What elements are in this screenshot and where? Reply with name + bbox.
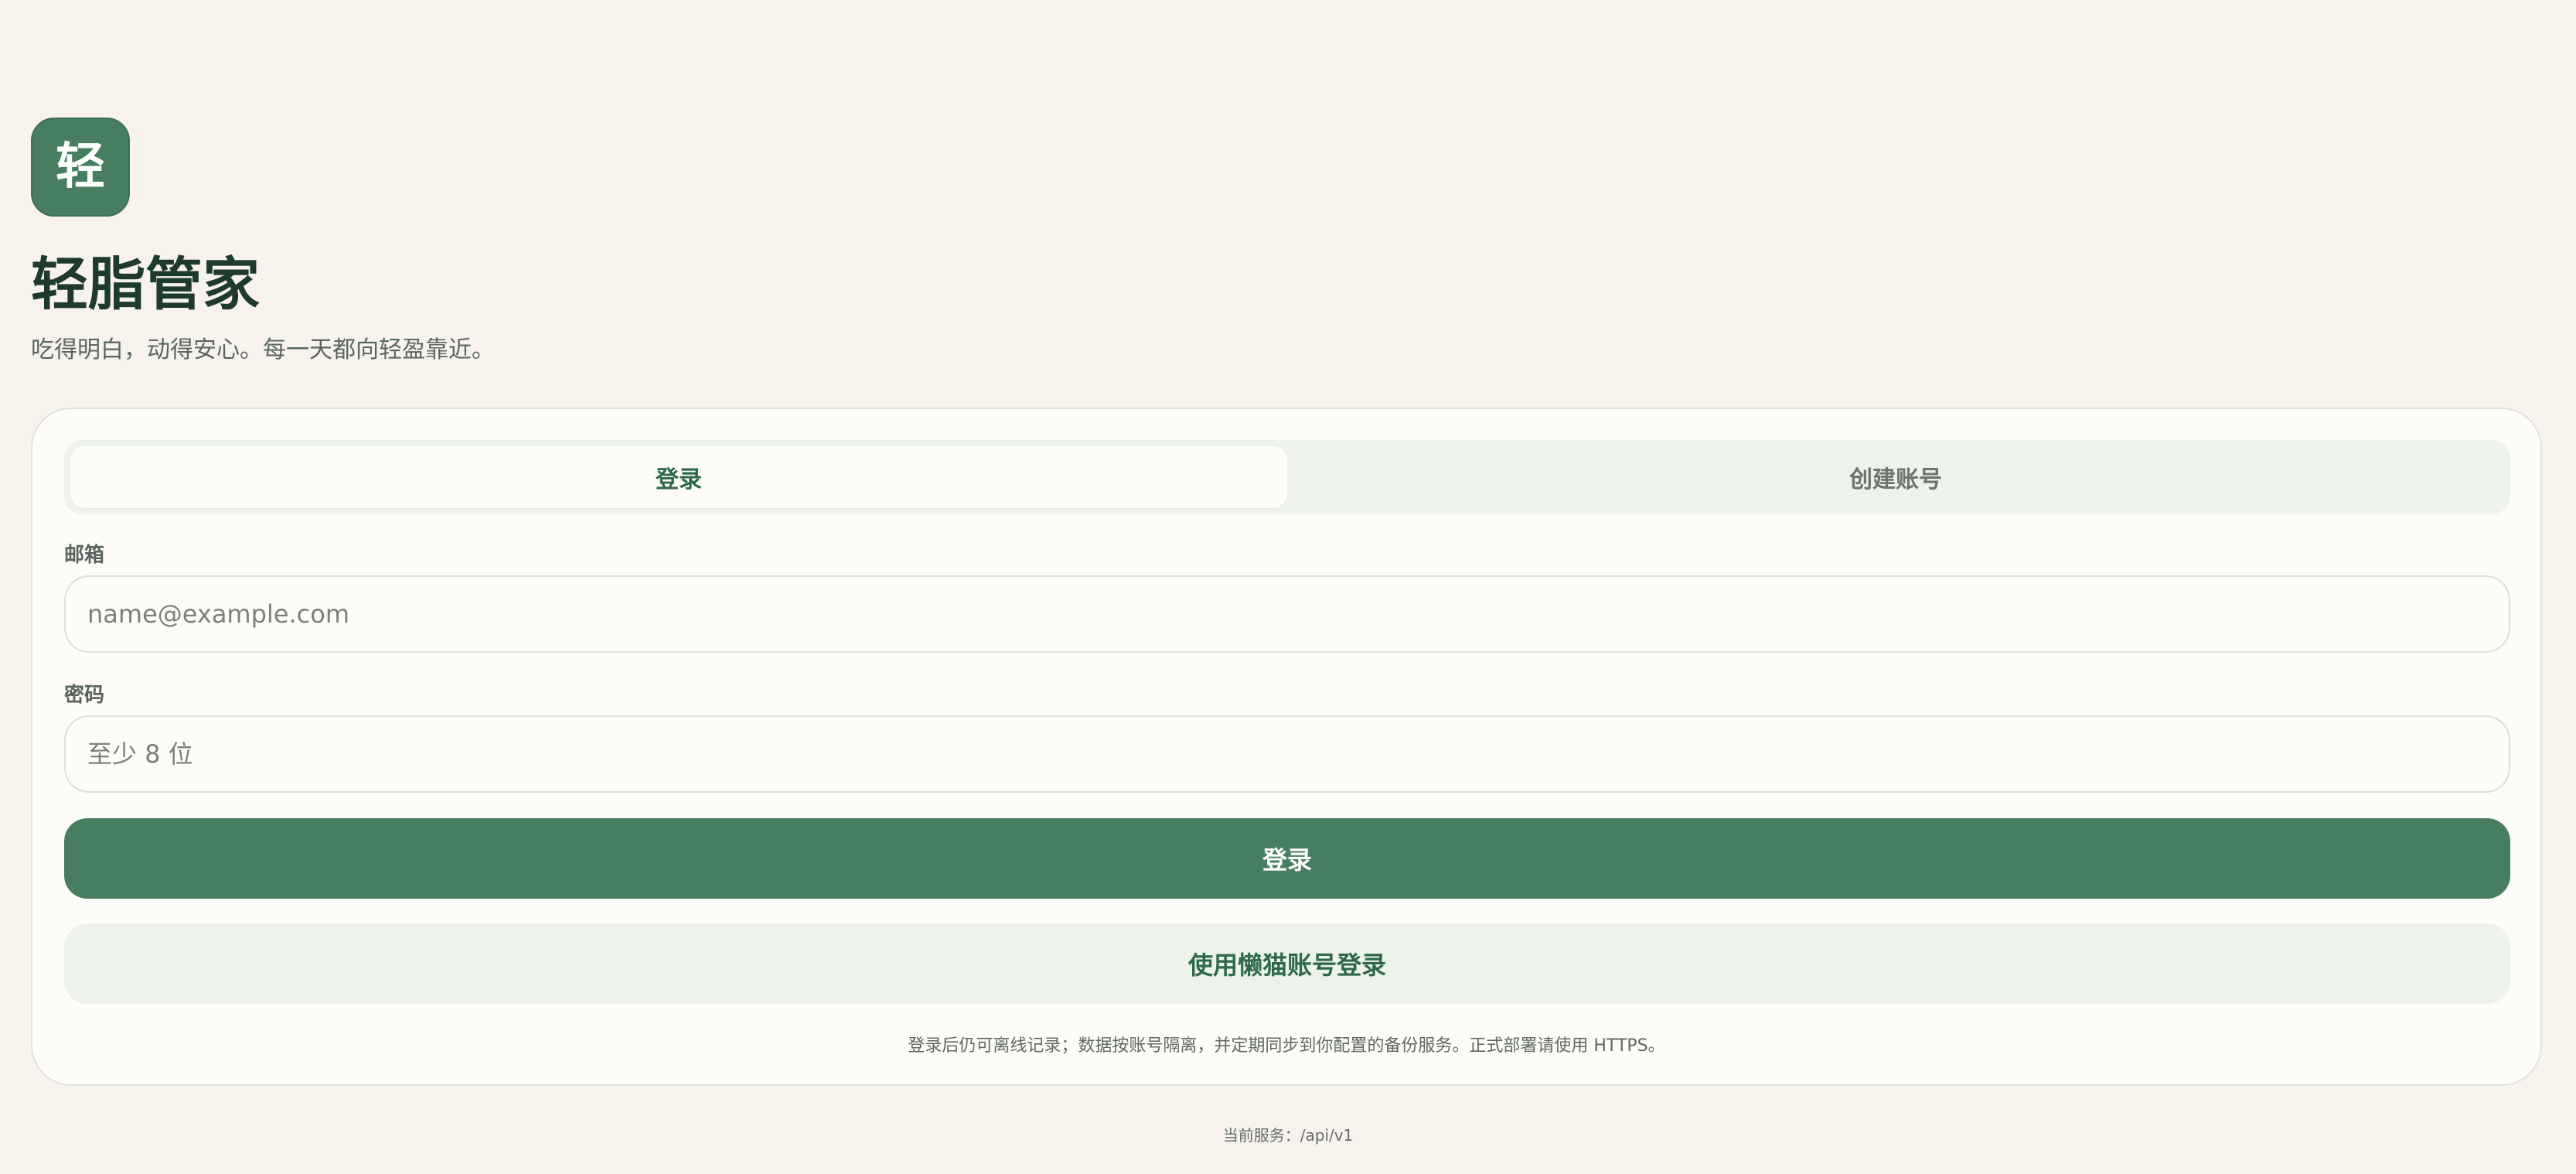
auth-tabs: 登录 创建账号	[64, 440, 2510, 514]
email-label: 邮箱	[64, 544, 105, 567]
tab-create-account[interactable]: 创建账号	[1287, 446, 2504, 508]
page: 轻 轻脂管家 吃得明白，动得安心。每一天都向轻盈靠近。 登录 创建账号 邮箱 密…	[31, 118, 2542, 1086]
service-info: 当前服务：/api/v1	[1222, 1126, 1354, 1145]
app-subtitle: 吃得明白，动得安心。每一天都向轻盈靠近。	[31, 336, 495, 363]
app-title: 轻脂管家	[31, 251, 260, 318]
auth-card: 登录 创建账号 邮箱 密码 登录 使用懒猫账号登录 登录后仍可离线记录；数据按账…	[31, 408, 2542, 1086]
login-button[interactable]: 登录	[64, 818, 2510, 899]
logo-char: 轻	[56, 138, 105, 196]
lazycat-login-button[interactable]: 使用懒猫账号登录	[64, 923, 2510, 1004]
sync-note: 登录后仍可离线记录；数据按账号隔离，并定期同步到你配置的备份服务。正式部署请使用…	[908, 1036, 1665, 1056]
tab-login[interactable]: 登录	[70, 446, 1287, 508]
password-label: 密码	[64, 684, 105, 707]
password-field[interactable]	[64, 715, 2510, 793]
email-field[interactable]	[64, 575, 2510, 653]
app-logo: 轻	[31, 118, 130, 217]
